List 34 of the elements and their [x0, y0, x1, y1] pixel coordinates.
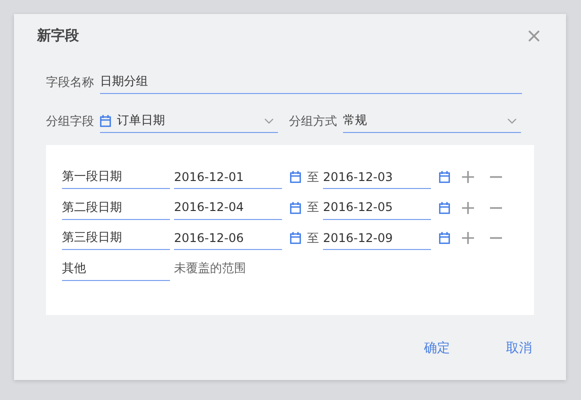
field-label: 分组方式 [289, 112, 338, 130]
range-name-input[interactable]: 第二段日期 [62, 196, 170, 220]
date-input[interactable]: 2016-12-04 [174, 196, 282, 220]
calendar-icon[interactable] [439, 232, 450, 244]
add-icon[interactable] [462, 202, 474, 214]
calendar-icon[interactable] [290, 202, 301, 214]
date-input[interactable]: 2016-12-06 [174, 226, 282, 250]
date-input[interactable]: 2016-12-03 [323, 165, 431, 189]
calendar-icon[interactable] [290, 232, 301, 244]
calendar-icon[interactable] [439, 171, 450, 183]
range-name-input[interactable]: 第一段日期 [62, 165, 170, 189]
range-separator: 至 [307, 199, 319, 216]
chevron-down-icon[interactable] [264, 118, 274, 124]
range-name-input[interactable]: 其他 [62, 256, 170, 280]
name-input[interactable]: 日期分组 [100, 70, 522, 94]
date-input[interactable]: 2016-12-05 [323, 196, 431, 220]
group-field-dropdown[interactable]: 订单日期 [100, 109, 278, 133]
calendar-icon[interactable] [290, 171, 301, 183]
date-input[interactable]: 2016-12-09 [323, 226, 431, 250]
field-label: 字段名称 [46, 74, 95, 90]
field-label: 分组字段 [46, 112, 95, 130]
add-icon[interactable] [462, 232, 474, 244]
group-method-dropdown[interactable]: 常规 [343, 109, 521, 133]
close-icon[interactable] [528, 30, 540, 42]
calendar-icon[interactable] [100, 114, 111, 126]
range-name-input[interactable]: 第三段日期 [62, 226, 170, 250]
range-separator: 至 [307, 230, 319, 246]
chevron-down-icon[interactable] [507, 118, 517, 124]
calendar-icon[interactable] [439, 202, 450, 214]
dialog-title: 新字段 [37, 27, 79, 45]
range-separator: 至 [307, 168, 319, 186]
range-note: 未覆盖的范围 [174, 260, 246, 277]
date-input[interactable]: 2016-12-01 [174, 165, 282, 189]
add-icon[interactable] [462, 171, 474, 183]
